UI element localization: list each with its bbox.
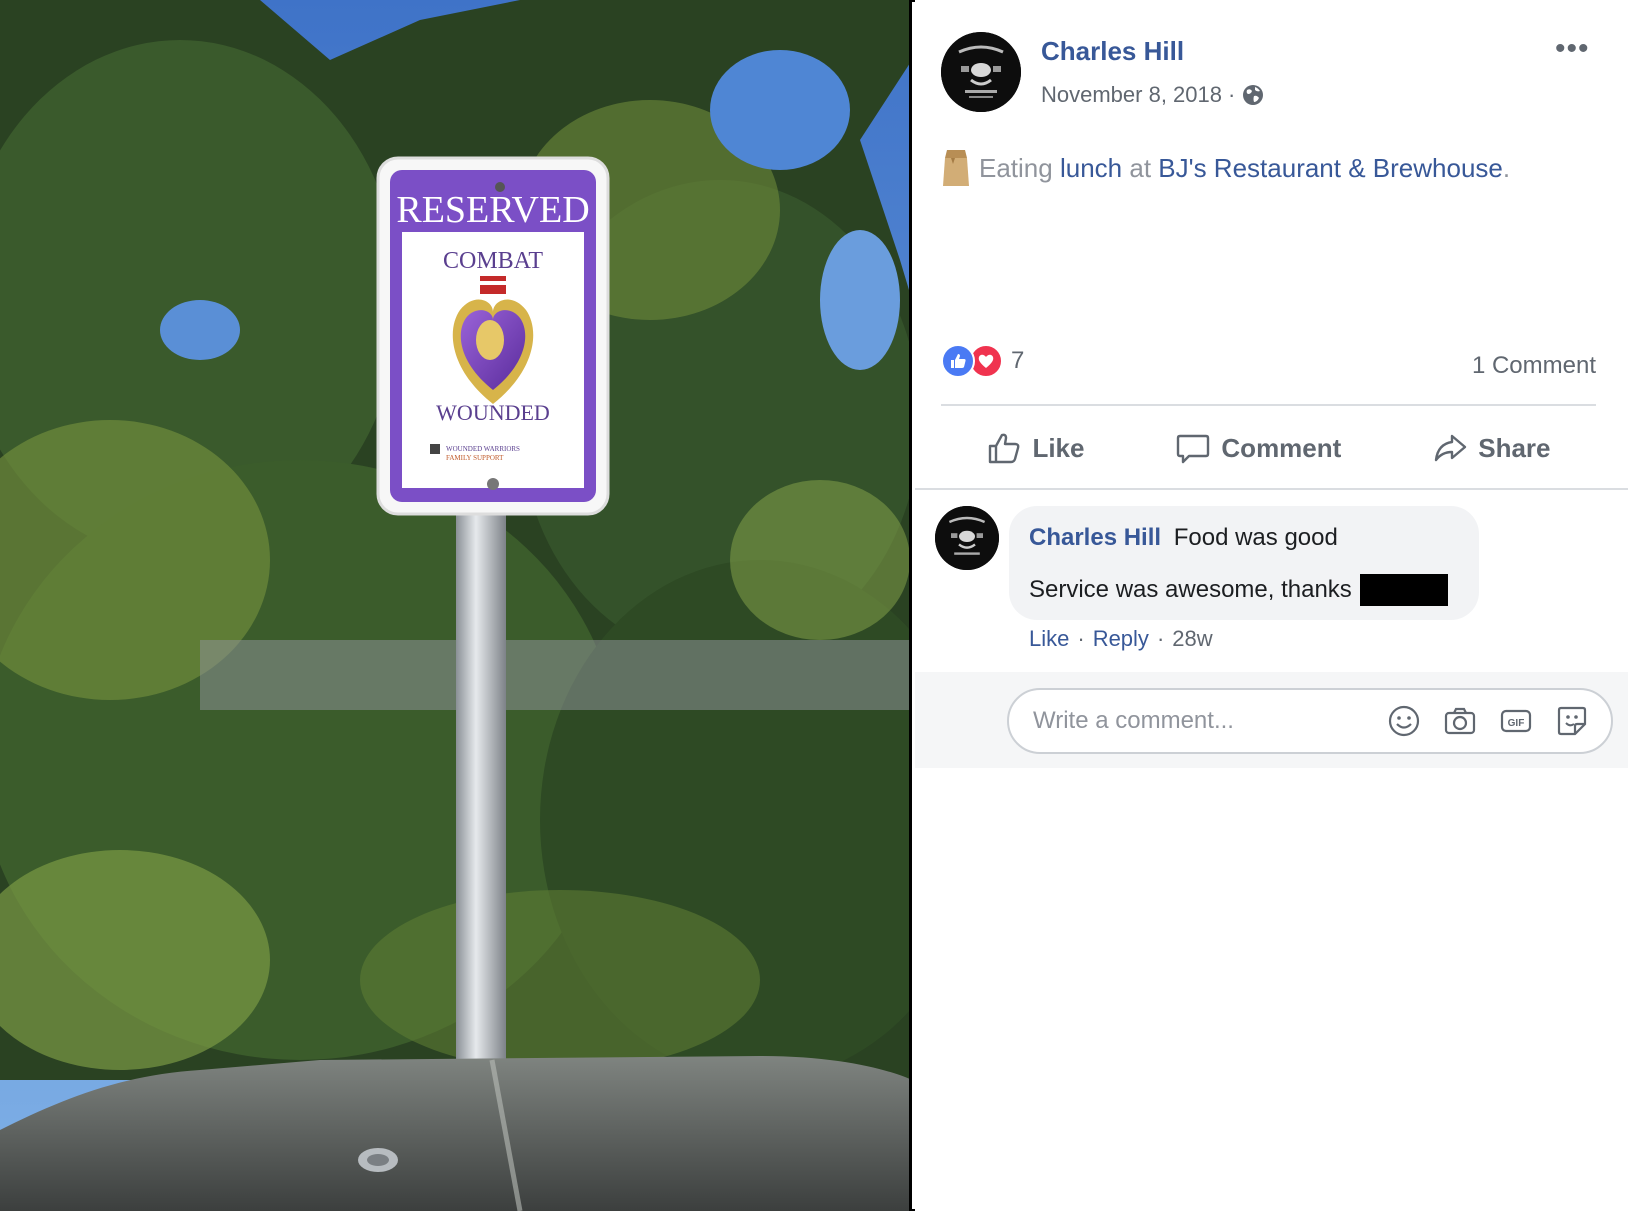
comment-author-name[interactable]: Charles Hill [1029,524,1161,551]
sign-footer-line2: FAMILY SUPPORT [446,454,504,462]
comments-divider [915,488,1628,490]
comment-text-line1: Food was good [1173,524,1338,551]
post-meta: November 8, 2018 · [1041,82,1265,108]
like-button-label: Like [1032,432,1085,463]
status-place-link[interactable]: BJ's Restaurant & Brewhouse [1158,153,1503,184]
reactions-summary[interactable]: 7 [941,344,1024,378]
status-end: . [1502,152,1511,183]
sign-line-combat: COMBAT [443,248,543,274]
comment-input[interactable] [1033,707,1363,735]
comment-button-label: Comment [1221,432,1342,463]
comment-composer-area: GIF [915,672,1628,768]
status-object-link[interactable]: lunch [1060,153,1122,184]
lunch-bag-icon [943,150,969,186]
sign-title: RESERVED [396,189,589,231]
comment-like-link[interactable]: Like [1029,626,1069,652]
gif-icon[interactable]: GIF [1499,704,1533,738]
comment-composer: GIF [1007,688,1613,754]
comment-actions-separator: · [1156,626,1165,651]
reaction-count[interactable]: 7 [1011,347,1024,375]
sign-footer-line1: WOUNDED WARRIORS [446,445,520,453]
status-activity: Eating [979,152,1053,183]
photo-illustration: RESERVED COMBAT WOUNDED WOUNDED WARRIORS… [0,0,909,1211]
redaction-box [1359,574,1448,606]
avatar-emblem-icon [935,506,999,570]
comment-actions-separator: · [1077,626,1085,651]
status-connector: at [1129,152,1152,183]
post-panel: Charles Hill November 8, 2018 · ••• Eati… [915,0,1628,1211]
like-reaction-icon [941,344,975,378]
comment-age[interactable]: 28w [1172,626,1212,652]
more-options-button[interactable]: ••• [1555,34,1590,64]
comment-count-link[interactable]: 1 Comment [1472,352,1596,380]
share-button-label: Share [1478,432,1551,463]
post-photo[interactable]: RESERVED COMBAT WOUNDED WOUNDED WARRIORS… [0,0,912,1211]
globe-icon[interactable] [1241,83,1265,107]
comment-line-1: Charles Hill Food was good [1029,524,1459,552]
thumbs-up-icon [989,433,1020,464]
reactions-divider [941,404,1596,406]
comment-bubble: Charles Hill Food was good Service was a… [1009,506,1479,620]
post-action-bar: Like Comment Share [941,418,1596,478]
comment-reply-link[interactable]: Reply [1093,626,1149,652]
comment-button[interactable]: Comment [1175,430,1341,466]
sticker-icon[interactable] [1555,704,1589,738]
like-button[interactable]: Like [986,430,1084,466]
comment-text-line2: Service was awesome, thanks [1029,576,1352,603]
post-date[interactable]: November 8, 2018 [1041,82,1222,108]
sign-line-wounded: WOUNDED [436,400,550,425]
camera-icon[interactable] [1443,704,1477,738]
share-button[interactable]: Share [1432,430,1551,466]
composer-icons: GIF [1387,704,1589,738]
share-arrow-icon [1435,434,1467,462]
svg-text:GIF: GIF [1508,718,1525,729]
commenter-avatar[interactable] [935,506,999,570]
post-status: Eating lunch at BJ's Restaurant & Brewho… [941,150,1510,186]
comment-actions: Like · Reply · 28w [1029,626,1213,652]
post-author-name[interactable]: Charles Hill [1041,36,1184,67]
emoji-icon[interactable] [1387,704,1421,738]
comment-bubble-icon [1177,434,1210,464]
comment-line-2: Service was awesome, thanks [1029,574,1459,606]
author-avatar[interactable] [941,32,1021,112]
avatar-emblem-icon [941,32,1021,112]
meta-separator: · [1228,82,1236,107]
